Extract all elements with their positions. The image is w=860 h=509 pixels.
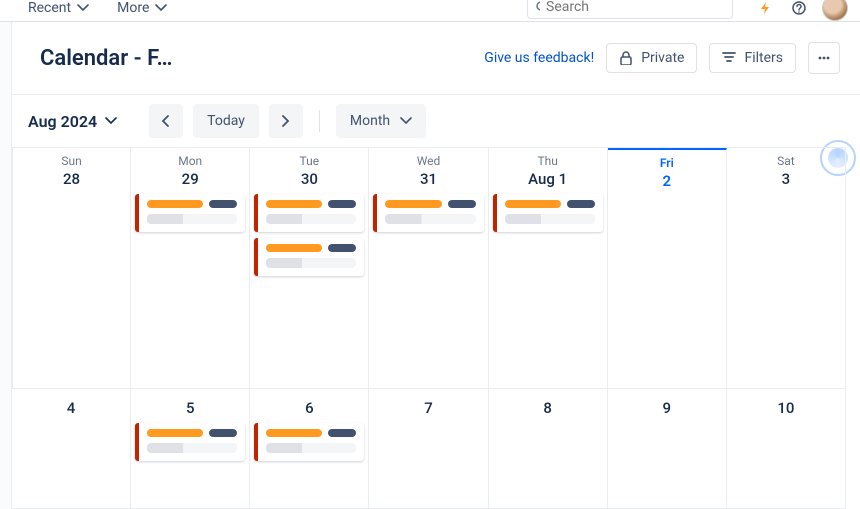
day-name: Sun: [17, 154, 126, 168]
calendar-cell[interactable]: 4: [12, 389, 131, 509]
prev-button[interactable]: [149, 104, 183, 138]
private-button[interactable]: Private: [606, 43, 697, 73]
view-select[interactable]: Month: [336, 104, 426, 138]
today-label: Today: [207, 113, 245, 129]
event-bar-primary: [147, 429, 203, 437]
calendar-cell[interactable]: Fri 2: [608, 148, 727, 389]
event-bar-primary: [505, 200, 561, 208]
day-name: Thu: [493, 154, 603, 168]
event-bar-secondary: [209, 429, 237, 437]
more-horizontal-icon: [817, 51, 831, 65]
chevron-down-icon: [77, 4, 89, 12]
calendar-event[interactable]: [373, 194, 483, 232]
help-icon[interactable]: [788, 0, 810, 19]
day-name: Tue: [254, 154, 364, 168]
event-bar-primary: [266, 429, 322, 437]
calendar-cell[interactable]: Tue 30: [250, 148, 369, 389]
divider: [319, 110, 320, 132]
event-bar-secondary: [567, 200, 595, 208]
chevron-right-icon: [281, 115, 291, 127]
day-number: 10: [731, 395, 841, 417]
event-bar-primary: [147, 200, 203, 208]
calendar-cell[interactable]: 7: [369, 389, 488, 509]
day-name: Wed: [373, 154, 483, 168]
chevron-down-icon: [105, 117, 117, 125]
event-bar-secondary: [328, 429, 356, 437]
left-rail[interactable]: [0, 22, 12, 509]
event-bar-primary: [266, 200, 322, 208]
month-picker[interactable]: Aug 2024: [28, 112, 117, 131]
filters-button[interactable]: Filters: [709, 43, 796, 73]
calendar-cell[interactable]: 9: [608, 389, 727, 509]
page-title: Calendar - F…: [40, 46, 172, 71]
day-number: 28: [17, 170, 126, 188]
event-detail-placeholder: [147, 214, 237, 224]
calendar-cell[interactable]: 5: [131, 389, 250, 509]
today-button[interactable]: Today: [193, 104, 259, 138]
day-number: 2: [612, 172, 722, 190]
calendar-event[interactable]: [493, 194, 603, 232]
day-name: Fri: [612, 156, 722, 170]
calendar-cell[interactable]: 10: [727, 389, 846, 509]
calendar-cell[interactable]: Sat 3: [727, 148, 846, 389]
bolt-icon[interactable]: [754, 0, 776, 19]
calendar-cell[interactable]: Thu Aug 1: [489, 148, 608, 389]
event-bar-secondary: [448, 200, 476, 208]
event-detail-placeholder: [266, 214, 356, 224]
day-number: 31: [373, 170, 483, 188]
calendar-event[interactable]: [135, 194, 245, 232]
calendar-cell[interactable]: 8: [489, 389, 608, 509]
avatar[interactable]: [822, 0, 848, 21]
chevron-down-icon: [400, 117, 412, 125]
day-number: 9: [612, 395, 722, 417]
search-icon: [536, 1, 540, 13]
search-input[interactable]: [546, 0, 724, 15]
day-number: 3: [731, 170, 841, 188]
nav-recent-label: Recent: [28, 0, 71, 16]
day-number: 30: [254, 170, 364, 188]
chevron-down-icon: [155, 4, 167, 12]
calendar-cell[interactable]: Wed 31: [369, 148, 488, 389]
event-detail-placeholder: [266, 443, 356, 453]
event-bar-secondary: [328, 200, 356, 208]
filter-icon: [722, 51, 736, 65]
calendar-event[interactable]: [254, 238, 364, 276]
nav-recent[interactable]: Recent: [28, 0, 89, 16]
search-box[interactable]: [527, 0, 733, 19]
nav-more[interactable]: More: [117, 0, 167, 16]
view-label: Month: [350, 113, 390, 129]
day-name: Sat: [731, 154, 841, 168]
day-number: 4: [16, 395, 126, 417]
feedback-link[interactable]: Give us feedback!: [484, 50, 594, 66]
day-number: 5: [135, 395, 245, 417]
event-bar-secondary: [328, 244, 356, 252]
calendar-event[interactable]: [135, 423, 245, 461]
filters-label: Filters: [744, 50, 783, 66]
day-number: 8: [493, 395, 603, 417]
event-detail-placeholder: [505, 214, 595, 224]
more-actions-button[interactable]: [808, 42, 840, 74]
day-name: Mon: [135, 154, 245, 168]
day-number: 6: [254, 395, 364, 417]
day-number: 7: [373, 395, 483, 417]
next-button[interactable]: [269, 104, 303, 138]
nav-more-label: More: [117, 0, 149, 16]
event-detail-placeholder: [266, 258, 356, 268]
calendar-event[interactable]: [254, 194, 364, 232]
lock-icon: [619, 51, 633, 65]
chevron-left-icon: [161, 115, 171, 127]
event-bar-primary: [385, 200, 441, 208]
day-number: 29: [135, 170, 245, 188]
month-label: Aug 2024: [28, 112, 97, 131]
event-bar-secondary: [209, 200, 237, 208]
event-detail-placeholder: [147, 443, 237, 453]
event-detail-placeholder: [385, 214, 475, 224]
private-label: Private: [641, 50, 684, 66]
calendar-cell[interactable]: Sun 28: [12, 148, 131, 389]
calendar-cell[interactable]: Mon 29: [131, 148, 250, 389]
day-number: Aug 1: [493, 170, 603, 188]
event-bar-primary: [266, 244, 322, 252]
calendar-event[interactable]: [254, 423, 364, 461]
calendar-cell[interactable]: 6: [250, 389, 369, 509]
